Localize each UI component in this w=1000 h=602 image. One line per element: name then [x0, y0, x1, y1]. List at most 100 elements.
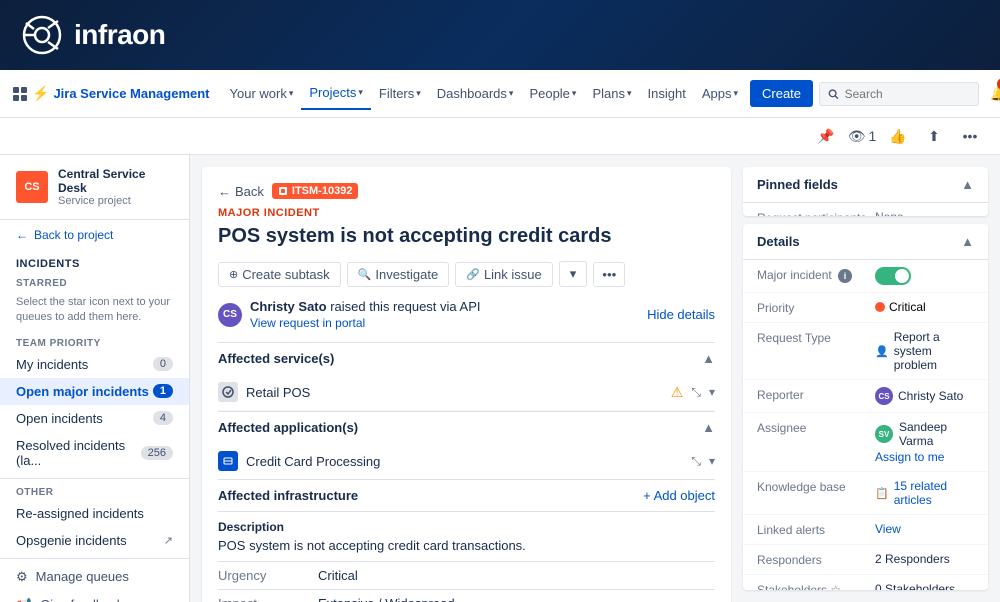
more-actions-button[interactable]: •••	[956, 122, 984, 150]
linked-alerts-row: Linked alerts View	[743, 515, 988, 545]
stakeholders-star-icon[interactable]: ☆	[830, 583, 841, 590]
project-name: Central Service Desk	[58, 167, 173, 195]
starred-label: STARRED	[0, 274, 189, 291]
issue-id-badge[interactable]: ITSM-10392	[272, 183, 359, 199]
app-name: Credit Card Processing	[246, 454, 380, 469]
star-hint: Select the star icon next to your queues…	[0, 291, 189, 334]
impact-value: Extensive / Widespread	[318, 596, 715, 602]
stakeholders-value: 0 Stakeholders	[875, 582, 974, 590]
services-chevron[interactable]: ▲	[702, 351, 715, 366]
watch-count: 1	[869, 128, 877, 144]
open-major-count: 1	[153, 384, 173, 398]
create-button[interactable]: Create	[750, 80, 813, 107]
knowledge-base-row: Knowledge base 📋 15 related articles	[743, 472, 988, 515]
apps-grid-icon[interactable]	[12, 80, 28, 108]
sidebar-project-header[interactable]: CS Central Service Desk Service project	[0, 155, 189, 220]
back-link[interactable]: ← Back	[218, 184, 264, 199]
feedback-icon: 📢	[16, 597, 32, 602]
main-layout: CS Central Service Desk Service project …	[0, 155, 1000, 602]
external-link-icon: ↗	[164, 534, 173, 547]
app-chevron[interactable]: ▾	[709, 454, 715, 468]
content-area: ← Back ITSM-10392 MAJOR INCIDENT POS sys…	[190, 155, 1000, 602]
assign-to-me-link[interactable]: Assign to me	[875, 450, 974, 464]
nav-app-name[interactable]: ⚡ Jira Service Management	[32, 85, 210, 102]
sidebar-item-resolved-incidents[interactable]: Resolved incidents (la... 256	[0, 432, 189, 474]
apps-chevron-icon[interactable]: ▲	[702, 420, 715, 435]
expand-service-icon[interactable]: ⤡	[691, 385, 701, 400]
kb-value[interactable]: 15 related articles	[894, 479, 974, 507]
expand-app-icon[interactable]: ⤡	[691, 454, 701, 469]
nav-apps[interactable]: Apps ▾	[694, 78, 746, 110]
sidebar-item-my-incidents[interactable]: My incidents 0	[0, 351, 189, 378]
view-portal-link[interactable]: View request in portal	[250, 316, 481, 330]
nav-projects[interactable]: Projects ▾	[301, 78, 371, 110]
reporter-detail-row: Reporter CS Christy Sato	[743, 380, 988, 413]
assignee-row: Assignee SV Sandeep Varma Assign to me	[743, 413, 988, 472]
add-object-button[interactable]: + Add object	[643, 488, 715, 503]
back-arrow: ←	[218, 184, 231, 199]
main-panel: ← Back ITSM-10392 MAJOR INCIDENT POS sys…	[202, 167, 731, 590]
investigate-icon: 🔍	[358, 268, 372, 281]
people-chevron: ▾	[572, 88, 577, 99]
brand-bar: infraon	[0, 0, 1000, 70]
issue-type-icon	[278, 186, 288, 196]
like-button[interactable]: 👍	[884, 122, 912, 150]
more-button[interactable]: •••	[593, 262, 625, 287]
sidebar-item-opsgenie[interactable]: Opsgenie incidents ↗	[0, 527, 189, 554]
pinned-chevron[interactable]: ▲	[961, 177, 974, 192]
search-box[interactable]	[819, 82, 979, 106]
issue-card: ← Back ITSM-10392 MAJOR INCIDENT POS sys…	[202, 167, 731, 602]
give-feedback-link[interactable]: 📢 Give feedback	[0, 591, 189, 602]
plans-chevron: ▾	[627, 88, 632, 99]
dropdown-button[interactable]: ▾	[559, 261, 588, 287]
linked-alerts-value[interactable]: View	[875, 522, 974, 536]
details-chevron[interactable]: ▲	[961, 234, 974, 249]
sidebar-item-reassigned[interactable]: Re-assigned incidents	[0, 500, 189, 527]
sidebar-item-open-major-incidents[interactable]: Open major incidents 1	[0, 378, 189, 405]
back-to-project-link[interactable]: ← Back to project	[0, 220, 189, 250]
nav-your-work[interactable]: Your work ▾	[222, 78, 302, 110]
reporter-detail-avatar: CS	[875, 387, 893, 405]
pinned-fields-card: Pinned fields ▲ Request participants Non…	[743, 167, 988, 216]
search-input[interactable]	[845, 87, 970, 101]
nav-insight[interactable]: Insight	[640, 78, 694, 110]
nav-filters[interactable]: Filters ▾	[371, 78, 429, 110]
link-issue-button[interactable]: 🔗 Link issue	[455, 262, 553, 287]
share-button[interactable]: ⬆	[920, 122, 948, 150]
major-incident-info-icon[interactable]: i	[838, 269, 852, 283]
pin-button[interactable]: 📌	[812, 122, 840, 150]
priority-value: Critical	[875, 300, 974, 314]
credit-card-icon	[223, 456, 233, 466]
investigate-button[interactable]: 🔍 Investigate	[347, 262, 450, 287]
other-label: OTHER	[0, 483, 189, 500]
notifications-button[interactable]: 🔔 9+	[985, 80, 1000, 108]
priority-dot	[875, 302, 885, 312]
nav-menu: Your work ▾ Projects ▾ Filters ▾ Dashboa…	[222, 78, 746, 110]
infra-row: Affected infrastructure + Add object	[218, 479, 715, 511]
toggle-on[interactable]	[875, 267, 911, 285]
projects-chevron: ▾	[358, 87, 363, 98]
action-bar: ⊕ Create subtask 🔍 Investigate 🔗 Link is…	[218, 261, 715, 287]
major-incident-label: MAJOR INCIDENT	[218, 207, 715, 219]
sidebar-item-open-incidents[interactable]: Open incidents 4	[0, 405, 189, 432]
open-incidents-count: 4	[153, 411, 173, 425]
app-item-credit-card: Credit Card Processing ⤡ ▾	[218, 443, 715, 479]
link-icon: 🔗	[466, 268, 480, 281]
nav-plans[interactable]: Plans ▾	[584, 78, 639, 110]
manage-queues-link[interactable]: ⚙ Manage queues	[0, 563, 189, 591]
nav-dashboards[interactable]: Dashboards ▾	[429, 78, 522, 110]
brand-logo: infraon	[20, 13, 165, 57]
hide-details-link[interactable]: Hide details	[647, 307, 715, 322]
major-incident-toggle[interactable]	[875, 267, 974, 285]
watch-button[interactable]: 👁 1	[848, 122, 876, 150]
nav-people[interactable]: People ▾	[521, 78, 584, 110]
pinned-fields-header: Pinned fields ▲	[743, 167, 988, 203]
right-panel: Pinned fields ▲ Request participants Non…	[743, 167, 988, 590]
service-chevron[interactable]: ▾	[709, 385, 715, 399]
create-subtask-button[interactable]: ⊕ Create subtask	[218, 262, 341, 287]
urgency-value: Critical	[318, 568, 715, 583]
issue-title: POS system is not accepting credit cards	[218, 223, 715, 249]
description-section: Description POS system is not accepting …	[218, 511, 715, 561]
gear-icon: ⚙	[16, 569, 28, 585]
nav-bar: ⚡ Jira Service Management Your work ▾ Pr…	[0, 70, 1000, 118]
